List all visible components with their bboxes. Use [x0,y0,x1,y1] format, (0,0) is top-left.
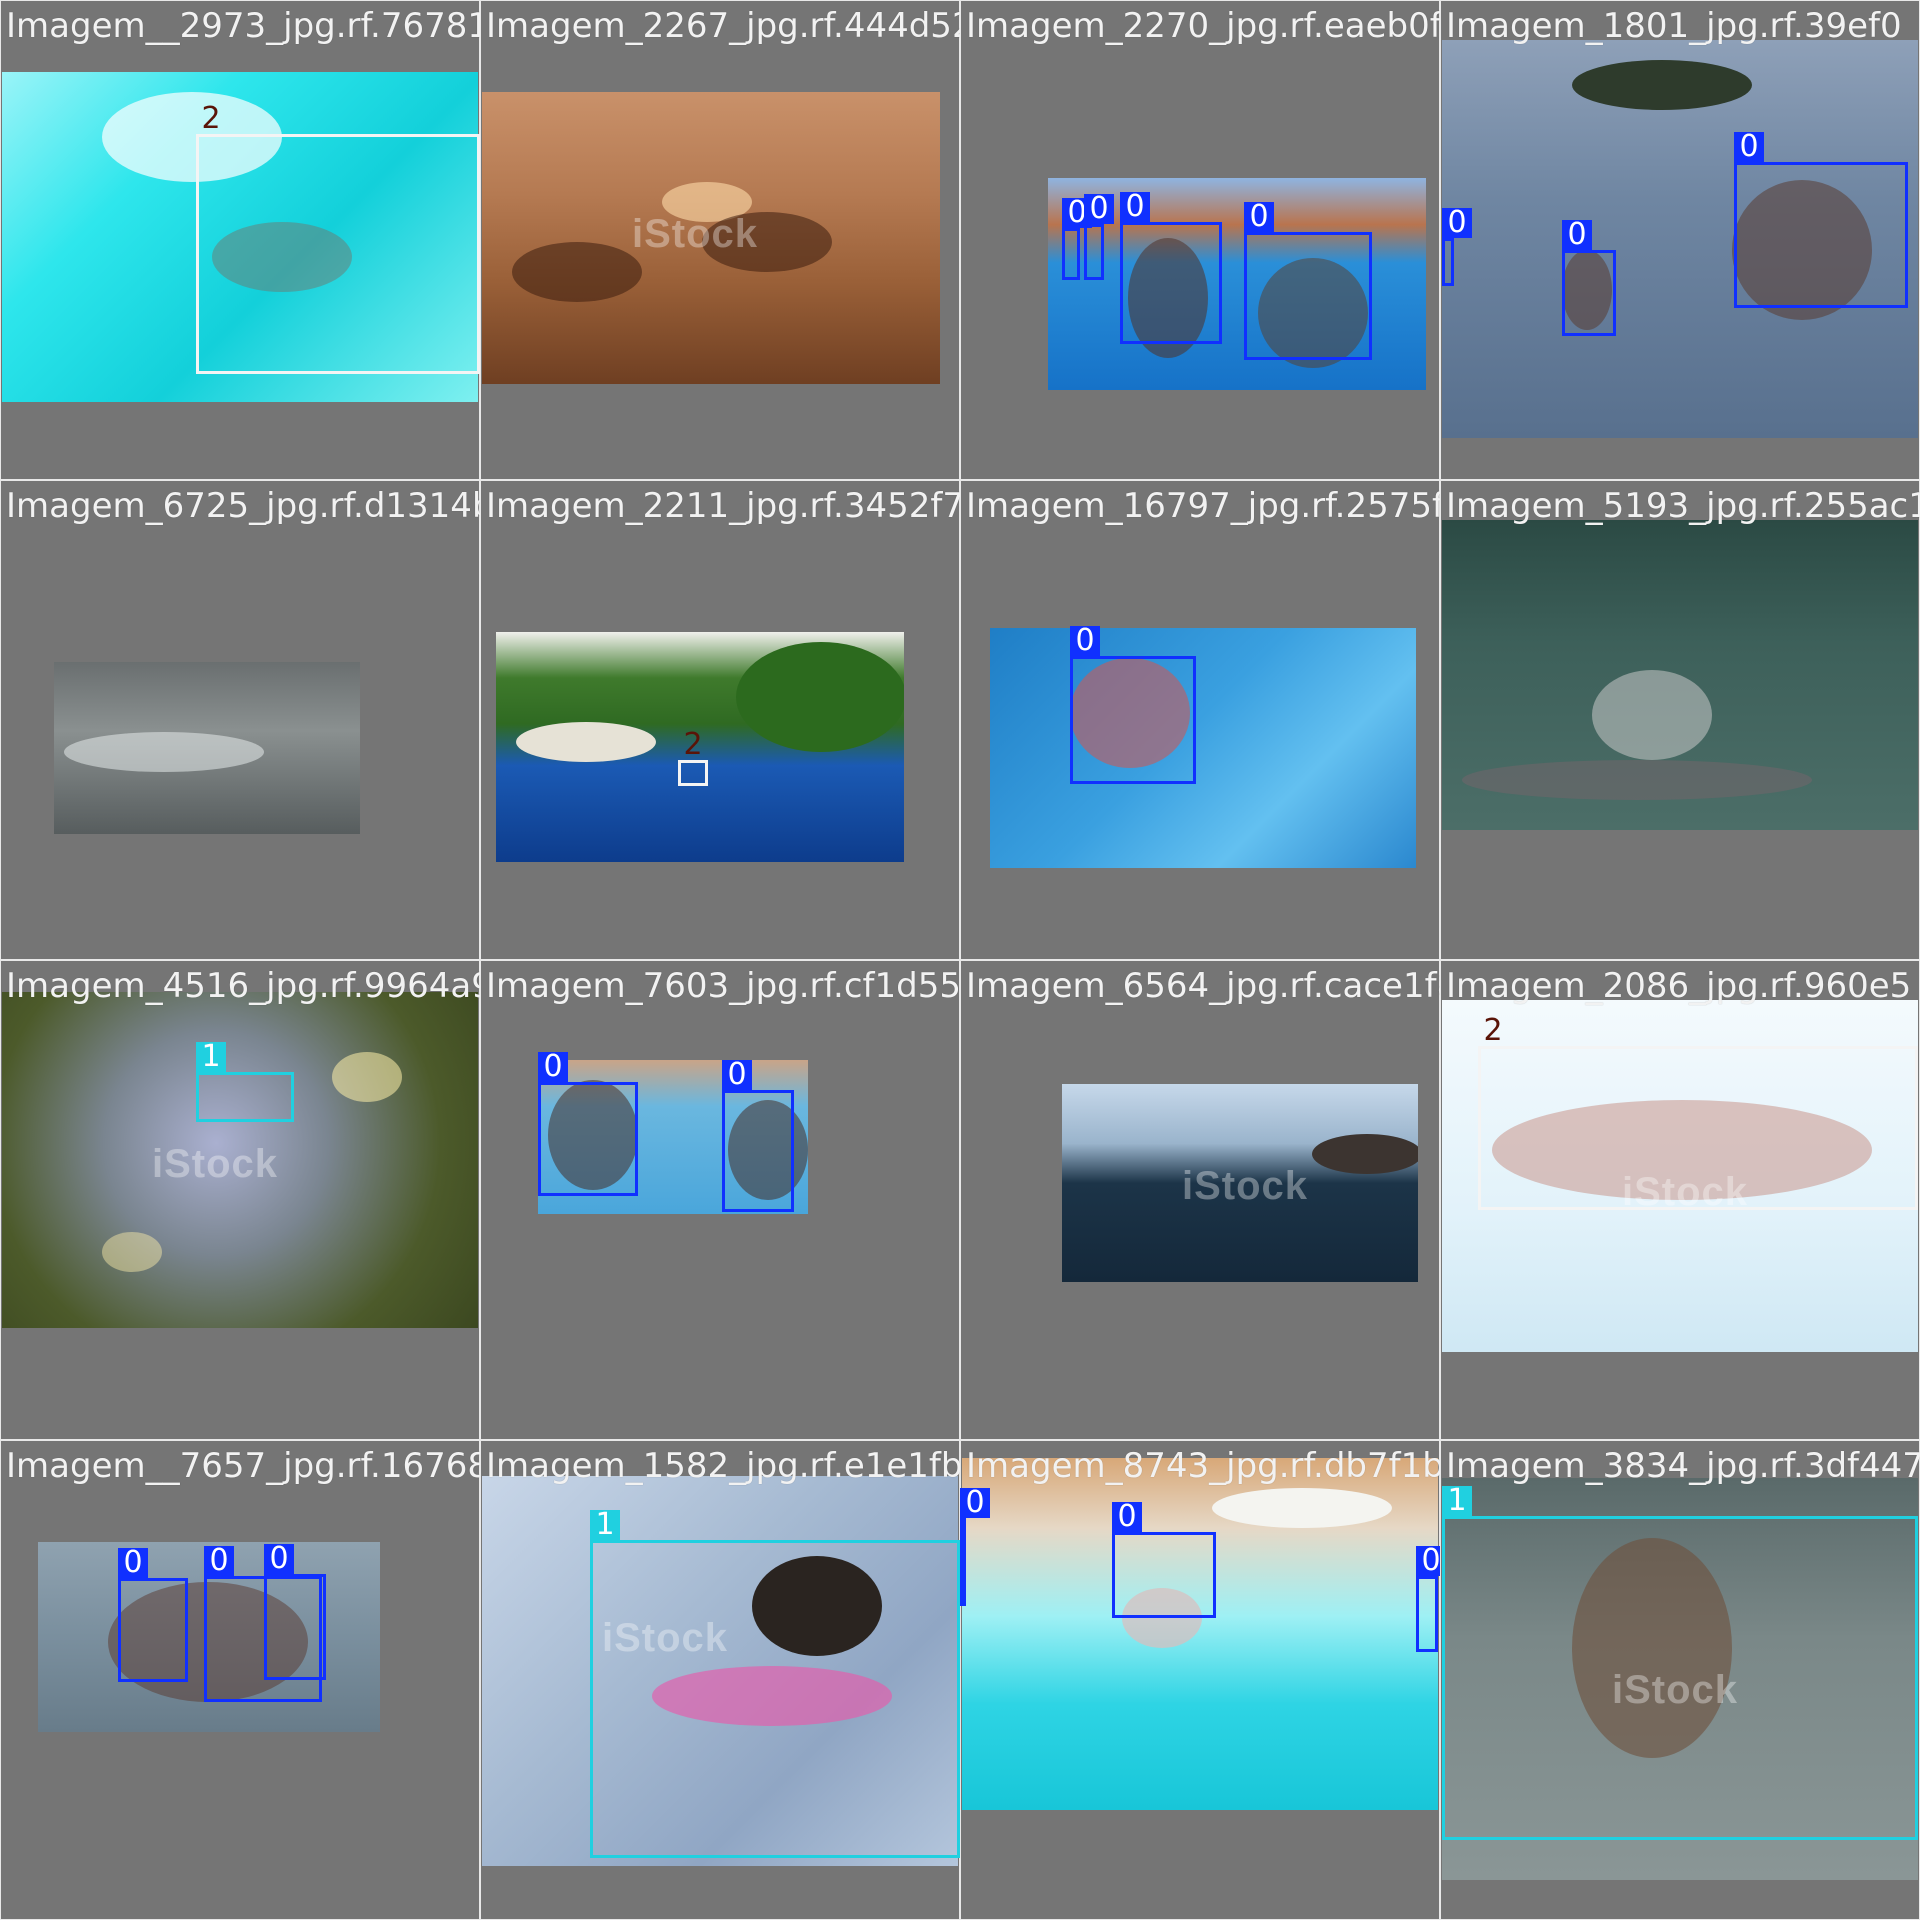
tile-photo [1442,520,1918,830]
tile-photo: iStock [482,92,940,384]
image-filename: Imagem_5193_jpg.rf.255ac1 [1446,486,1920,526]
class-label: 0 [1734,132,1764,162]
class-label: 0 [960,1488,990,1518]
class-label: 0 [204,1546,234,1576]
class-label: 0 [538,1052,568,1082]
image-filename: Imagem_1801_jpg.rf.39ef0 [1446,6,1902,46]
bounding-box: 1 [1442,1486,1918,1840]
image-filename: Imagem_2267_jpg.rf.444d5220091452b18545 [486,6,960,46]
class-label: 0 [722,1060,752,1090]
tile-photo: iStock [2,992,478,1328]
image-filename: Imagem_2270_jpg.rf.eaeb0f0b3b4095d9 [966,6,1440,46]
class-label: 0 [1120,192,1150,222]
tile-photo [54,662,360,834]
class-label: 2 [1483,1013,1503,1048]
mosaic-tile-12: iStock 2 Imagem_2086_jpg.rf.960e5 [1440,960,1920,1440]
image-filename: Imagem_16797_jpg.rf.2575f2f46e58f5f458 [966,486,1440,526]
class-label: 0 [1084,194,1114,224]
watermark: iStock [1182,1164,1309,1208]
class-label: 0 [1112,1502,1142,1532]
tile-photo: iStock [1062,1084,1418,1282]
mosaic-tile-10: 0 0 Imagem_7603_jpg.rf.cf1d5539c73096574… [480,960,960,1440]
mosaic-tile-1: 2 Imagem__2973_jpg.rf.76781ba4485225f7d5… [0,0,480,480]
mosaic-tile-9: iStock 1 Imagem_4516_jpg.rf.9964a9ac3e93… [0,960,480,1440]
bounding-box: 0 [118,1548,188,1682]
image-filename: Imagem_6725_jpg.rf.d1314bb72ca298e4214f [6,486,480,526]
bounding-box: 0 [960,1488,990,1606]
image-filename: Imagem_7603_jpg.rf.cf1d5539c73096574d3 [486,966,960,1006]
tile-photo [990,628,1416,868]
image-filename: Imagem_8743_jpg.rf.db7f1ba4d1fc73531e3 [966,1446,1440,1486]
bounding-box: 0 [538,1052,638,1196]
class-label: 1 [196,1042,226,1072]
mosaic-tile-7: 0 Imagem_16797_jpg.rf.2575f2f46e58f5f458 [960,480,1440,960]
watermark: iStock [632,212,759,256]
bounding-box: 0 [1734,132,1908,308]
training-batch-mosaic: 2 Imagem__2973_jpg.rf.76781ba4485225f7d5… [0,0,1920,1920]
class-label: 2 [201,101,221,136]
bounding-box: 0 [1120,192,1222,344]
bounding-box: 0 [1562,220,1616,336]
image-filename: Imagem__2973_jpg.rf.76781ba4485225f7d5ed… [6,6,480,46]
class-label: 0 [118,1548,148,1578]
mosaic-tile-5: Imagem_6725_jpg.rf.d1314bb72ca298e4214f [0,480,480,960]
class-label: 0 [264,1544,294,1574]
bounding-box: 0 [1416,1546,1440,1652]
mosaic-tile-13: 0 0 0 Imagem__7657_jpg.rf.16768b757e5725… [0,1440,480,1920]
mosaic-tile-14: iStock 1 Imagem_1582_jpg.rf.e1e1fb9dc7ea… [480,1440,960,1920]
bounding-box: 2 [1478,1016,1918,1210]
class-label: 0 [1416,1546,1440,1576]
bounding-box: 2 [196,104,480,374]
image-filename: Imagem_6564_jpg.rf.cace1f88d24e7122595 [966,966,1440,1006]
class-label: 0 [1070,626,1100,656]
tile-photo [962,1458,1438,1810]
mosaic-tile-2: iStock Imagem_2267_jpg.rf.444d5220091452… [480,0,960,480]
bounding-box: 0 [1244,202,1372,360]
bounding-box: 0 [1442,208,1472,286]
mosaic-tile-8: Imagem_5193_jpg.rf.255ac1 [1440,480,1920,960]
image-filename: Imagem_4516_jpg.rf.9964a9ac3e937f07082 [6,966,480,1006]
mosaic-tile-11: iStock Imagem_6564_jpg.rf.cace1f88d24e71… [960,960,1440,1440]
class-label: 1 [1442,1486,1472,1516]
image-filename: Imagem_3834_jpg.rf.3df447 [1446,1446,1920,1486]
bounding-box: 1 [590,1510,960,1858]
class-label: 1 [590,1510,620,1540]
bounding-box: 1 [196,1042,294,1122]
watermark: iStock [152,1142,279,1186]
bounding-box: 0 [1062,198,1092,280]
bounding-box: 0 [1084,194,1114,280]
bounding-box: 0 [1112,1502,1216,1618]
image-filename: Imagem_2211_jpg.rf.3452f7cea5eb01670c4 [486,486,960,526]
image-filename: Imagem_2086_jpg.rf.960e5 [1446,966,1912,1006]
mosaic-tile-15: 0 0 0 Imagem_8743_jpg.rf.db7f1ba4d1fc735… [960,1440,1440,1920]
class-label: 0 [1442,208,1472,238]
mosaic-tile-6: 2 Imagem_2211_jpg.rf.3452f7cea5eb01670c4 [480,480,960,960]
image-filename: Imagem__7657_jpg.rf.16768b757e57259277d0… [6,1446,480,1486]
mosaic-tile-4: 0 0 0 Imagem_1801_jpg.rf.39ef0 [1440,0,1920,480]
class-label: 0 [1244,202,1274,232]
mosaic-tile-16: iStock 1 Imagem_3834_jpg.rf.3df447 [1440,1440,1920,1920]
bounding-box: 0 [1070,626,1196,784]
bounding-box: 0 [722,1060,794,1212]
mosaic-tile-3: 0 0 0 0 Imagem_2270_jpg.rf.eaeb0f0b3b409… [960,0,1440,480]
bounding-box: 0 [264,1544,326,1680]
image-filename: Imagem_1582_jpg.rf.e1e1fb9dc7eaa58451f [486,1446,960,1486]
bounding-box: 2 [678,730,708,786]
class-label: 2 [683,727,703,762]
class-label: 0 [1562,220,1592,250]
